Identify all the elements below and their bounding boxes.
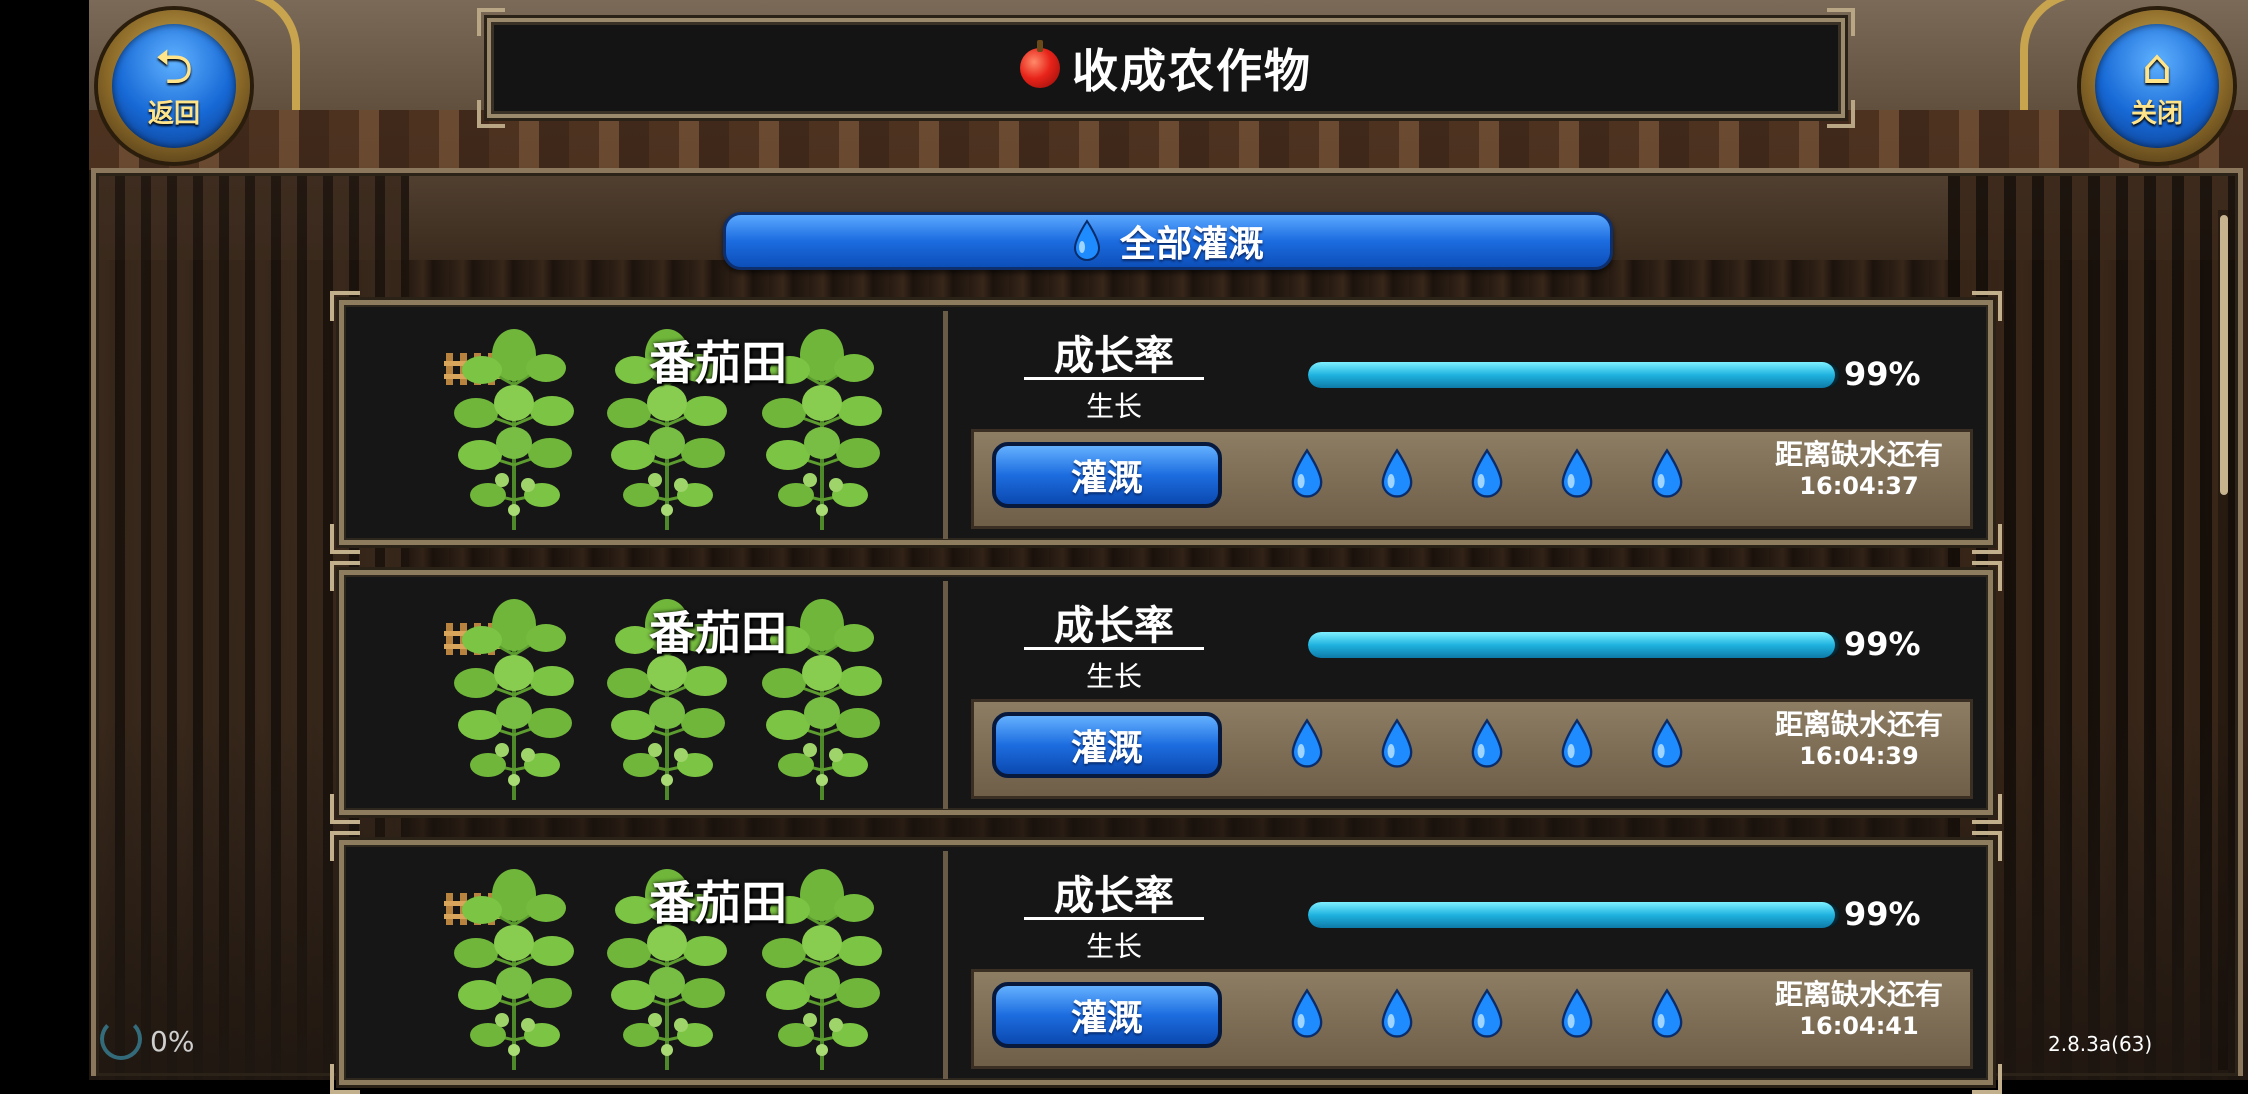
water-drop-icon [1291,989,1323,1038]
water-button[interactable]: 灌溉 [992,442,1222,508]
water-timer-label: 距离缺水还有 [1774,978,1943,1011]
close-button-face: ⌂ 关闭 [2095,24,2219,148]
water-button[interactable]: 灌溉 [992,712,1222,778]
back-button-face: ⮌ 返回 [112,24,236,148]
frame-corner [1972,794,2002,824]
ceiling-beam [89,110,2248,170]
growth-progress-bar [1308,362,1840,388]
water-timer-value: 16:04:39 [1799,742,1919,770]
growth-progress-bar [1308,632,1840,658]
tomato-plant-icon [454,327,574,532]
water-action-strip: 灌溉 距离缺水还有 16:04:37 [971,429,1973,529]
water-drop-icon [1561,449,1593,498]
growth-rate-label: 成长率 [1054,333,1174,379]
growth-progress-fill [1308,362,1835,388]
frame-corner [330,1064,360,1094]
home-icon: ⌂ [2141,38,2173,95]
water-drop-icon [1471,449,1503,498]
growth-progress-text: 99% [1844,355,1921,393]
frame-corner [1827,100,1855,128]
water-drop-icon [1651,989,1683,1038]
growth-rate-label: 成长率 [1054,873,1174,919]
growth-progress-bar [1308,902,1840,928]
growth-rate-label: 成长率 [1054,603,1174,649]
back-button-label: 返回 [147,98,200,129]
water-drop-icon [1381,449,1413,498]
water-drop-icon [1471,719,1503,768]
frame-corner [1827,8,1855,36]
field-name: 番茄田 [649,336,787,390]
growth-progress-fill [1308,902,1835,928]
frame-corner [330,524,360,554]
water-timer-label: 距离缺水还有 [1774,708,1943,741]
close-button-label: 关闭 [2130,98,2183,129]
field-name: 番茄田 [649,606,787,660]
frame-corner [330,291,360,321]
water-drop-icon [1381,719,1413,768]
water-drop-icon [1291,719,1323,768]
back-arrow-icon: ⮌ [154,38,194,95]
frame-corner [477,8,505,36]
growth-progress-text: 99% [1844,895,1921,933]
frame-corner [330,831,360,861]
water-drop-icon [1561,719,1593,768]
growth-state: 生长 [1085,930,1142,963]
water-drop-icon [1561,989,1593,1038]
frame-corner [1972,1064,2002,1094]
water-drops [1289,988,1685,1040]
ornament-horn [2020,0,2080,110]
scrollbar-thumb[interactable] [2220,215,2228,495]
water-drop-icon [1072,219,1102,263]
field-card: 番茄田 成长率 生长 99% 灌溉 距离缺水还有 16:04:39 [330,561,2002,824]
growth-state: 生长 [1085,390,1142,423]
apple-icon [1020,40,1060,88]
water-drop-icon [1291,449,1323,498]
tomato-plant-icon [454,867,574,1072]
divider [943,311,948,539]
growth-progress-text: 99% [1844,625,1921,663]
water-action-strip: 灌溉 距离缺水还有 16:04:39 [971,699,1973,799]
growth-state: 生长 [1085,660,1142,693]
frame-corner [330,561,360,591]
water-drops [1289,448,1685,500]
water-drop-icon [1651,719,1683,768]
water-drop-icon [1381,989,1413,1038]
water-button[interactable]: 灌溉 [992,982,1222,1048]
growth-progress-fill [1308,632,1835,658]
water-all-button[interactable]: 全部灌溉 [723,212,1613,270]
loading-ring-icon [100,1018,142,1060]
underline [1024,917,1204,920]
field-name: 番茄田 [649,876,787,930]
divider [943,581,948,809]
water-drop-icon [1651,449,1683,498]
frame-corner [1972,561,2002,591]
close-button[interactable]: ⌂ 关闭 [2081,10,2233,162]
title-bar: 收成农作物 [477,8,1855,128]
water-timer-value: 16:04:37 [1799,472,1919,500]
field-card: 番茄田 成长率 生长 99% 灌溉 距离缺水还有 16:04:41 [330,831,2002,1094]
water-timer-value: 16:04:41 [1799,1012,1919,1040]
field-card: 番茄田 成长率 生长 99% 灌溉 距离缺水还有 16:04:37 [330,291,2002,554]
frame-corner [330,794,360,824]
water-drop-icon [1471,989,1503,1038]
frame-corner [477,100,505,128]
underline [1024,647,1204,650]
water-timer-label: 距离缺水还有 [1774,438,1943,471]
frame-corner [1972,831,2002,861]
frame-corner [1972,291,2002,321]
divider [943,851,948,1079]
water-all-label: 全部灌溉 [1119,224,1264,265]
frame-corner [1972,524,2002,554]
tomato-plant-icon [454,597,574,802]
page-title: 收成农作物 [1072,44,1312,98]
underline [1024,377,1204,380]
loading-percent: 0% [150,1025,195,1058]
water-action-strip: 灌溉 距离缺水还有 16:04:41 [971,969,1973,1069]
back-button[interactable]: ⮌ 返回 [98,10,250,162]
version-label: 2.8.3a(63) [2048,1032,2153,1056]
water-drops [1289,718,1685,770]
